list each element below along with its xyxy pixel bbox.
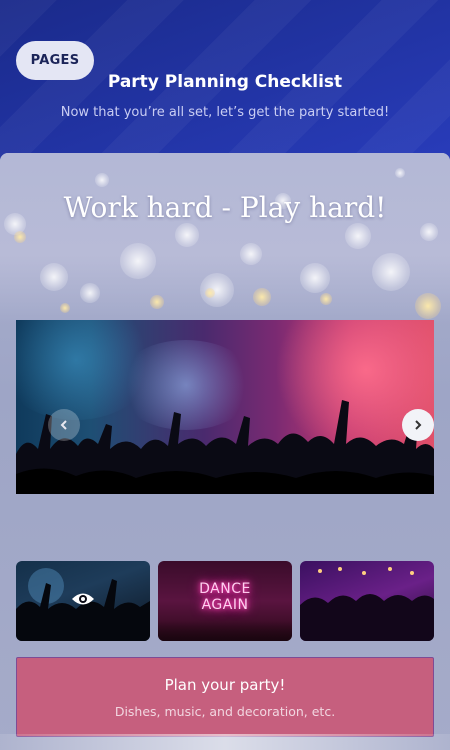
cta-subtitle: Dishes, music, and decoration, etc. <box>114 704 336 719</box>
content-card: Work hard - Play hard! DANCE AGAIN Plan … <box>0 153 450 750</box>
thumbnail-concert[interactable] <box>16 561 150 641</box>
carousel-prev-button[interactable] <box>48 409 80 441</box>
thumbnail-nightclub[interactable] <box>300 561 434 641</box>
bottom-light-strip <box>0 734 450 750</box>
eye-icon[interactable] <box>71 591 95 607</box>
page-subtitle: Now that you’re all set, let’s get the p… <box>60 105 390 120</box>
neon-sign-text: DANCE AGAIN <box>199 581 251 613</box>
thumbnail-club-crowd <box>300 567 434 641</box>
image-carousel[interactable] <box>16 320 434 494</box>
bokeh-banner <box>0 153 450 323</box>
chevron-right-icon <box>415 420 422 430</box>
cta-title: Plan your party! <box>164 676 286 694</box>
chevron-left-icon <box>60 420 67 430</box>
carousel-next-button[interactable] <box>402 409 434 441</box>
thumbnail-neon-sign[interactable]: DANCE AGAIN <box>158 561 292 641</box>
page-title: Party Planning Checklist <box>107 72 343 92</box>
plan-party-button[interactable]: Plan your party! Dishes, music, and deco… <box>16 657 434 737</box>
crowd-silhouette <box>16 400 434 494</box>
card-headline: Work hard - Play hard! <box>63 191 387 224</box>
